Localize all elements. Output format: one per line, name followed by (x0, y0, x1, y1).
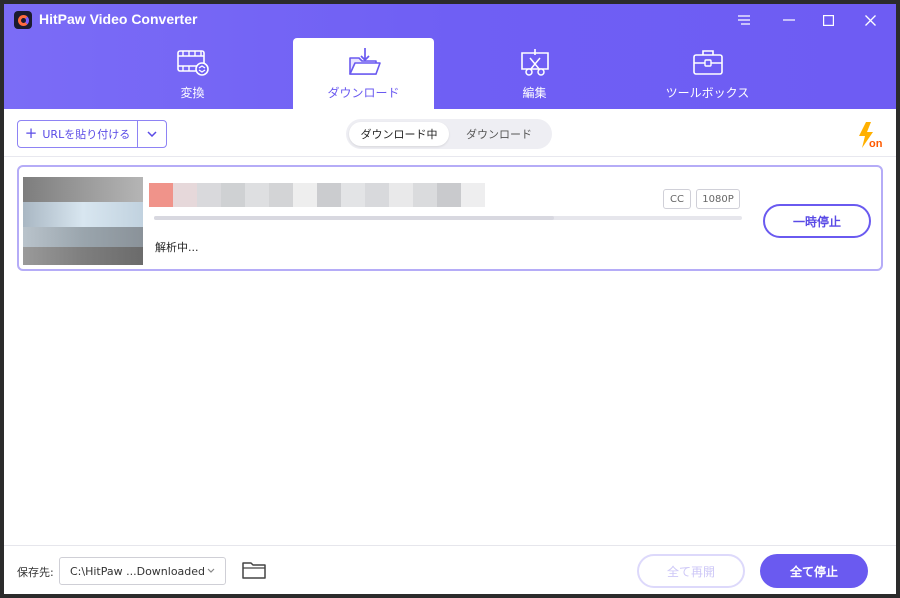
pause-button[interactable]: 一時停止 (763, 204, 871, 238)
app-logo-icon (14, 11, 32, 29)
save-path-value: C:\HitPaw ...Downloaded (70, 564, 206, 578)
edit-scissors-icon (520, 49, 549, 76)
folder-icon[interactable] (242, 560, 266, 580)
tab-label: ダウンロード (327, 86, 400, 100)
save-path-select[interactable]: C:\HitPaw ...Downloaded (59, 557, 226, 585)
maximize-icon[interactable] (817, 10, 839, 30)
subtitle-badge: CC (663, 189, 691, 209)
chevron-down-icon (207, 568, 215, 573)
download-status-switch: ダウンロード中 ダウンロード (346, 119, 552, 149)
paste-url-button[interactable]: + URLを貼り付ける (17, 120, 138, 148)
segment-downloaded[interactable]: ダウンロード (449, 122, 549, 146)
stop-all-button[interactable]: 全て停止 (760, 554, 868, 588)
svg-text:on: on (869, 138, 883, 149)
tab-toolbox[interactable]: ツールボックス (637, 38, 778, 109)
tab-label: 変換 (180, 86, 205, 100)
paste-url-label: URLを貼り付ける (42, 128, 131, 141)
toolbox-icon (692, 50, 723, 75)
download-item[interactable]: 解析中... CC 1080P 一時停止 (17, 165, 883, 271)
save-location-label: 保存先: (17, 566, 54, 579)
title-bar: HitPaw Video Converter (4, 4, 896, 36)
chevron-down-icon (147, 131, 157, 137)
download-toolbar: + URLを貼り付ける ダウンロード中 ダウンロード on (4, 109, 896, 157)
segment-downloading[interactable]: ダウンロード中 (349, 122, 449, 146)
footer-bar: 保存先: C:\HitPaw ...Downloaded 全て再開 全て停止 (4, 545, 896, 594)
film-convert-icon (176, 50, 209, 76)
download-status: 解析中... (155, 241, 199, 254)
resolution-badge: 1080P (696, 189, 740, 209)
video-thumbnail (23, 177, 143, 265)
video-title-blurred (149, 183, 485, 207)
app-window: HitPaw Video Converter 変換 ダウンロード 編集 ツールボ… (4, 4, 896, 594)
plus-icon: + (24, 124, 38, 142)
tab-edit[interactable]: 編集 (464, 38, 605, 109)
header: HitPaw Video Converter 変換 ダウンロード 編集 ツールボ… (4, 4, 896, 109)
tab-label: ツールボックス (665, 86, 750, 100)
resume-all-button[interactable]: 全て再開 (637, 554, 745, 588)
app-title: HitPaw Video Converter (39, 11, 198, 27)
minimize-icon[interactable] (778, 10, 800, 30)
close-icon[interactable] (859, 10, 881, 30)
tab-label: 編集 (522, 86, 547, 100)
turbo-boost-icon[interactable]: on (856, 121, 884, 149)
main-tabs: 変換 ダウンロード 編集 ツールボックス (4, 38, 896, 109)
download-folder-icon (348, 48, 381, 75)
paste-url-dropdown[interactable] (137, 120, 167, 148)
tab-download[interactable]: ダウンロード (293, 38, 434, 109)
menu-icon[interactable] (733, 10, 755, 30)
tab-convert[interactable]: 変換 (122, 38, 263, 109)
download-progress-bar (154, 216, 742, 220)
